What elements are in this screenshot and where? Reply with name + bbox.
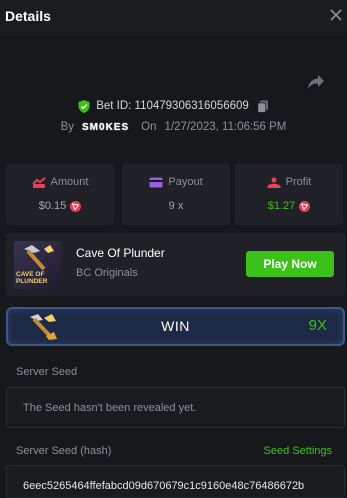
payout-value: 9 x	[168, 200, 184, 212]
result-multiplier: 9X	[308, 317, 327, 334]
username-link[interactable]: SM0KES	[82, 122, 129, 133]
game-provider: BC Originals	[76, 267, 138, 279]
seed-settings-link[interactable]: Seed Settings	[264, 445, 333, 457]
profit-value: $1.27	[267, 200, 296, 212]
payout-icon	[149, 177, 163, 187]
stat-payout: Payout 9 x	[122, 164, 230, 225]
result-label: WIN	[161, 318, 190, 334]
server-seed-field: The Seed hasn't been revealed yet.	[6, 387, 345, 428]
trx-coin-icon	[299, 200, 311, 212]
modal-title: Details	[5, 8, 51, 24]
payout-label: Payout	[168, 176, 203, 188]
share-icon[interactable]	[307, 74, 325, 90]
play-now-button[interactable]: Play Now	[246, 251, 334, 277]
bet-id: Bet ID: 110479306316056609	[96, 100, 249, 112]
amount-value: $0.15	[38, 200, 67, 212]
game-name[interactable]: Cave Of Plunder	[76, 246, 165, 260]
game-thumb-caption: CAVE OF PLUNDER	[16, 271, 48, 285]
profit-icon	[267, 177, 281, 188]
close-icon[interactable]	[329, 8, 343, 22]
copy-icon[interactable]	[257, 100, 269, 113]
result-banner: WIN 9X	[6, 307, 345, 346]
stat-amount: Amount $0.15	[6, 164, 114, 225]
server-seed-label: Server Seed	[16, 366, 78, 378]
game-thumbnail[interactable]: CAVE OF PLUNDER	[14, 241, 62, 289]
stats-row: Amount $0.15 Payout 9 x Profit $1.27	[6, 164, 347, 225]
stat-profit: Profit $1.27	[235, 164, 343, 225]
server-seed-hash-label: Server Seed (hash)	[16, 445, 112, 457]
game-card: CAVE OF PLUNDER Cave Of Plunder BC Origi…	[6, 233, 345, 296]
server-seed-hash-field[interactable]: 6eec5265464ffefabcd09d670679c1c9160e48c7…	[6, 465, 345, 498]
shield-check-icon	[78, 99, 90, 113]
bet-datetime: 1/27/2023, 11:06:56 PM	[164, 121, 287, 133]
profit-label: Profit	[285, 176, 312, 188]
bet-id-row: Bet ID: 110479306316056609	[0, 97, 347, 115]
bet-meta-row: By SM0KES On 1/27/2023, 11:06:56 PM	[0, 118, 347, 136]
on-label: On	[141, 121, 157, 133]
by-label: By	[60, 121, 75, 133]
trx-coin-icon	[70, 200, 82, 212]
modal-header: Details	[0, 0, 347, 36]
amount-label: Amount	[50, 176, 89, 188]
amount-icon	[31, 176, 46, 188]
